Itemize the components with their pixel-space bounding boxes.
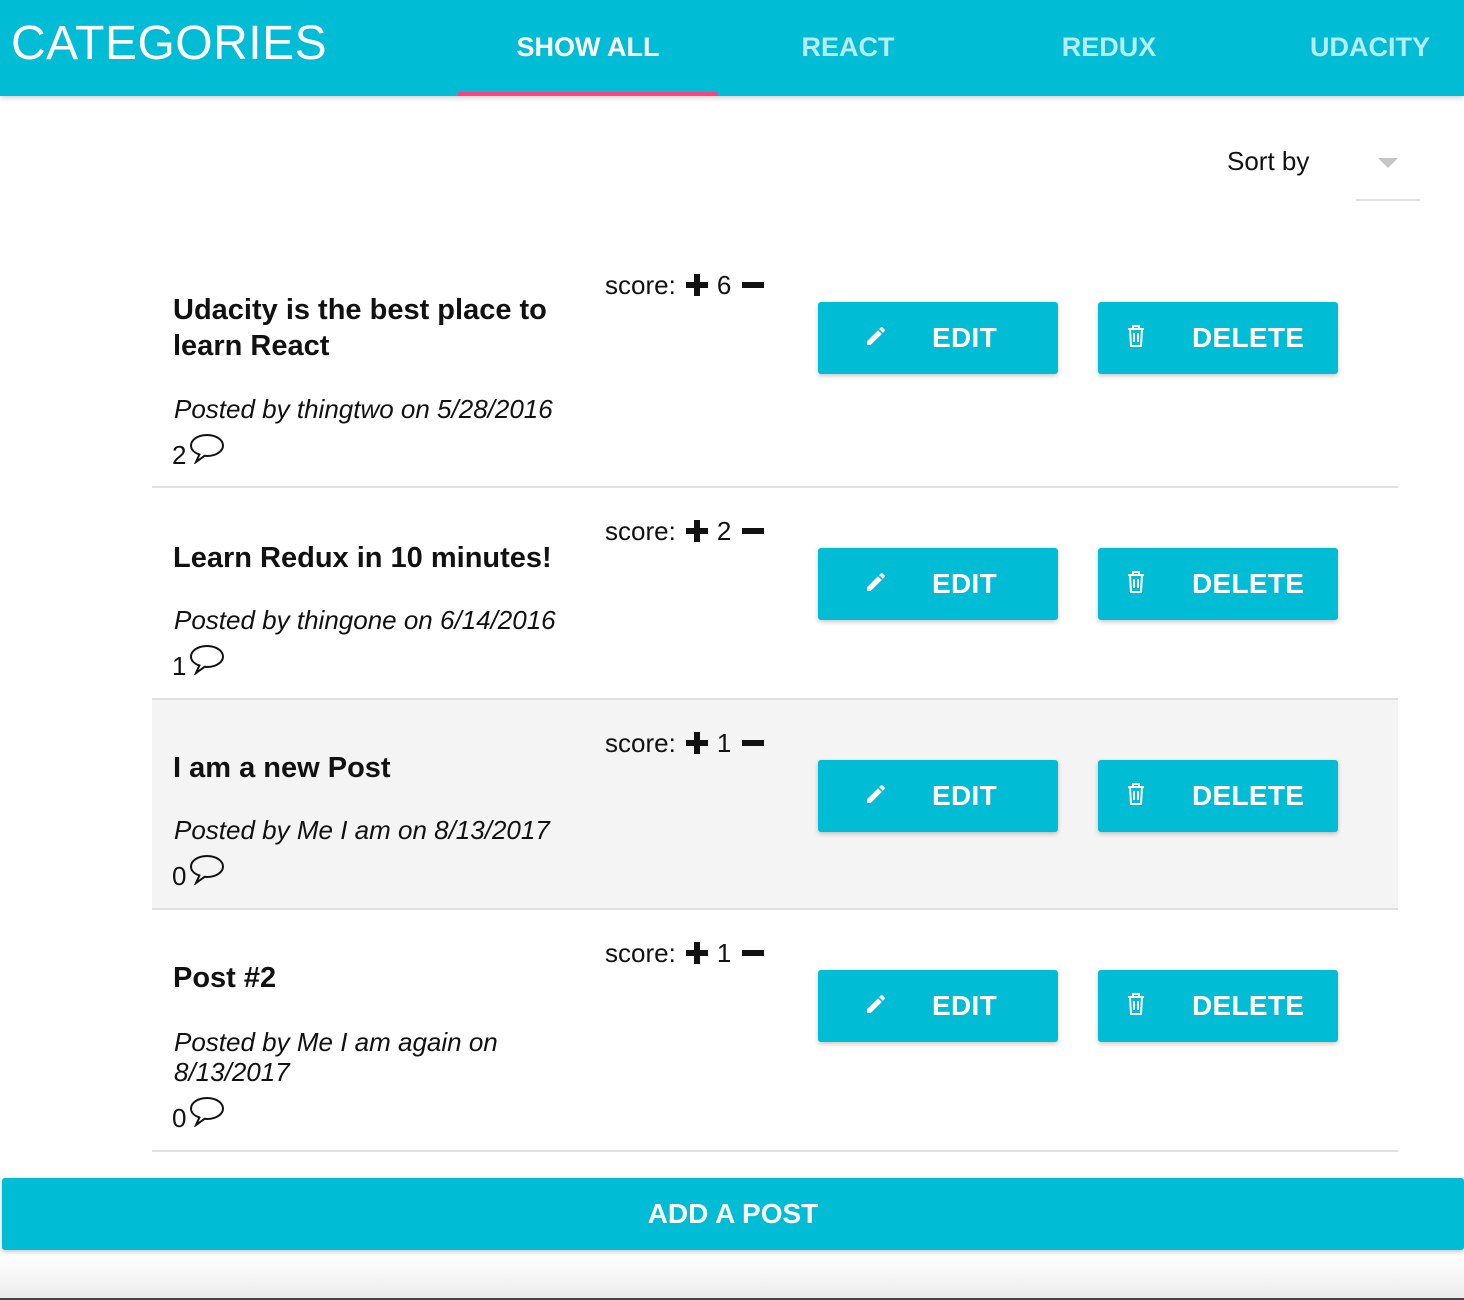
post-comments: 0 <box>172 1095 226 1133</box>
post-meta: Posted by Me I am again on 8/13/2017 <box>174 1027 498 1087</box>
edit-button[interactable]: EDIT <box>818 302 1058 374</box>
score-value: 6 <box>716 270 732 300</box>
post-score: score: 1 <box>605 728 765 758</box>
tab-label: SHOW ALL <box>516 31 660 62</box>
post-comments: 0 <box>172 853 226 891</box>
app-bar: CATEGORIES SHOW ALL REACT REDUX UDACITY <box>0 0 1464 96</box>
app-title: CATEGORIES <box>11 17 328 70</box>
edit-label: EDIT <box>932 322 997 353</box>
tab-label: REDUX <box>1061 31 1157 62</box>
edit-label: EDIT <box>932 780 997 811</box>
delete-button[interactable]: DELETE <box>1098 760 1338 832</box>
downvote-icon[interactable] <box>742 282 765 288</box>
trash-icon <box>1128 783 1144 805</box>
score-label: score: <box>605 728 676 758</box>
edit-label: EDIT <box>932 990 997 1021</box>
delete-label: DELETE <box>1192 568 1305 599</box>
downvote-icon[interactable] <box>742 528 765 534</box>
post-item: I am a new Post score: 1 EDIT DELETE Pos… <box>152 700 1398 910</box>
pencil-icon <box>867 784 886 803</box>
comment-icon <box>190 854 225 885</box>
tab-label: REACT <box>801 31 895 62</box>
page-footer <box>0 1256 1464 1300</box>
delete-label: DELETE <box>1192 780 1305 811</box>
delete-button[interactable]: DELETE <box>1098 548 1338 620</box>
post-meta: Posted by thingone on 6/14/2016 <box>174 605 556 635</box>
score-value: 2 <box>716 516 732 546</box>
comment-count: 2 <box>172 440 187 470</box>
pencil-icon <box>867 994 886 1013</box>
score-label: score: <box>605 516 676 546</box>
comment-count: 0 <box>172 861 187 891</box>
trash-icon <box>1128 325 1144 347</box>
comment-icon <box>190 644 225 675</box>
downvote-icon[interactable] <box>742 740 765 746</box>
score-label: score: <box>605 270 676 300</box>
pencil-icon <box>867 572 886 591</box>
post-item: Udacity is the best place to learn React… <box>152 248 1398 488</box>
add-post-button[interactable]: ADD A POST <box>2 1178 1464 1250</box>
score-label: score: <box>605 938 676 968</box>
edit-button[interactable]: EDIT <box>818 970 1058 1042</box>
post-title[interactable]: I am a new Post <box>173 750 573 786</box>
delete-button[interactable]: DELETE <box>1098 970 1338 1042</box>
post-score: score: 1 <box>605 938 765 968</box>
post-title[interactable]: Learn Redux in 10 minutes! <box>173 540 573 576</box>
active-tab-indicator <box>458 92 718 96</box>
comment-count: 1 <box>172 651 187 681</box>
sort-by-label: Sort by <box>1227 146 1310 176</box>
comment-count: 0 <box>172 1103 187 1133</box>
post-score: score: 2 <box>605 516 765 546</box>
trash-icon <box>1128 571 1144 593</box>
comment-icon <box>190 433 225 464</box>
trash-icon <box>1128 993 1144 1015</box>
post-comments: 1 <box>172 643 226 681</box>
tab-redux[interactable]: REDUX <box>979 0 1239 96</box>
post-item: Learn Redux in 10 minutes! score: 2 EDIT… <box>152 488 1398 700</box>
post-score: score: 6 <box>605 270 765 300</box>
post-title[interactable]: Udacity is the best place to learn React <box>173 292 573 364</box>
edit-button[interactable]: EDIT <box>818 548 1058 620</box>
upvote-icon[interactable] <box>685 942 708 964</box>
chevron-down-icon <box>1378 158 1398 168</box>
downvote-icon[interactable] <box>742 950 765 956</box>
score-value: 1 <box>716 728 732 758</box>
post-comments: 2 <box>172 432 226 470</box>
delete-button[interactable]: DELETE <box>1098 302 1338 374</box>
tab-label: UDACITY <box>1310 31 1430 62</box>
upvote-icon[interactable] <box>685 274 708 296</box>
upvote-icon[interactable] <box>685 732 708 754</box>
edit-button[interactable]: EDIT <box>818 760 1058 832</box>
post-title[interactable]: Post #2 <box>173 960 573 996</box>
sort-by-select[interactable] <box>1356 138 1420 201</box>
delete-label: DELETE <box>1192 322 1305 353</box>
delete-label: DELETE <box>1192 990 1305 1021</box>
edit-label: EDIT <box>932 568 997 599</box>
comment-icon <box>190 1096 225 1127</box>
add-post-label: ADD A POST <box>647 1198 819 1229</box>
tab-udacity[interactable]: UDACITY <box>1240 0 1464 96</box>
post-meta: Posted by Me I am on 8/13/2017 <box>174 815 550 845</box>
upvote-icon[interactable] <box>685 520 708 542</box>
tab-show-all[interactable]: SHOW ALL <box>458 0 718 96</box>
post-item: Post #2 score: 1 EDIT DELETE Posted by M… <box>152 910 1398 1152</box>
post-meta: Posted by thingtwo on 5/28/2016 <box>174 394 553 424</box>
score-value: 1 <box>716 938 732 968</box>
pencil-icon <box>867 326 886 345</box>
category-tabs: SHOW ALL REACT REDUX UDACITY <box>458 0 1464 96</box>
tab-react[interactable]: REACT <box>718 0 978 96</box>
